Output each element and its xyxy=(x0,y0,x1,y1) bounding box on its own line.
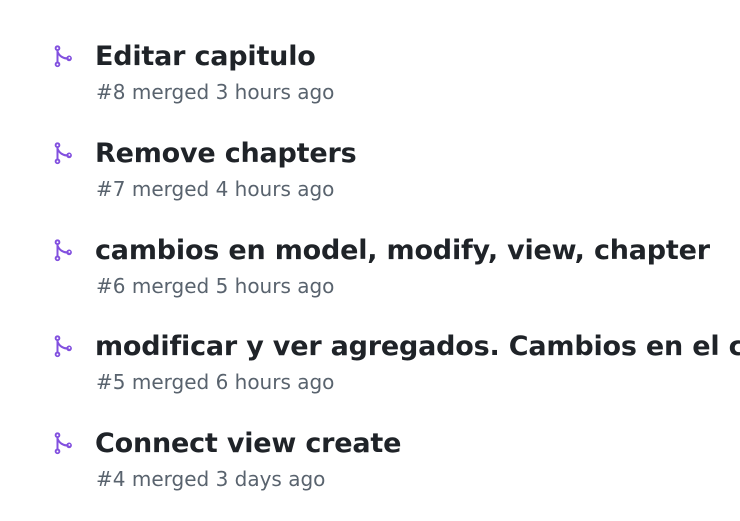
pull-request-number: #6 xyxy=(96,274,126,298)
git-merge-icon xyxy=(50,41,80,71)
pull-request-number: #8 xyxy=(96,80,126,104)
pull-request-number: #7 xyxy=(96,177,126,201)
pull-request-title-link[interactable]: Remove chapters xyxy=(95,136,357,172)
pull-request-time: 6 hours ago xyxy=(215,370,335,394)
pull-request-status: merged xyxy=(131,370,210,394)
pull-request-status: merged xyxy=(131,467,210,491)
pull-request-number: #4 xyxy=(96,467,126,491)
pull-request-status: merged xyxy=(131,274,210,298)
pull-request-title-link[interactable]: modificar y ver agregados. Cambios en el… xyxy=(95,329,740,365)
pull-request-time: 3 hours ago xyxy=(215,80,335,104)
pull-request-meta: #8 merged 3 hours ago xyxy=(96,78,334,106)
pull-request-title-link[interactable]: cambios en model, modify, view, chapter xyxy=(95,233,710,269)
git-merge-icon xyxy=(50,331,80,361)
git-merge-icon xyxy=(50,235,80,265)
pull-request-list: Editar capitulo #8 merged 3 hours ago Re… xyxy=(0,0,740,521)
pull-request-time: 3 days ago xyxy=(215,467,326,491)
pull-request-number: #5 xyxy=(96,370,126,394)
pull-request-meta: #6 merged 5 hours ago xyxy=(96,272,334,300)
pull-request-item: Connect view create #4 merged 3 days ago xyxy=(0,426,740,516)
pull-request-meta: #4 merged 3 days ago xyxy=(96,465,325,493)
pull-request-meta: #7 merged 4 hours ago xyxy=(96,175,334,203)
pull-request-item: cambios en model, modify, view, chapter … xyxy=(0,233,740,323)
git-merge-icon xyxy=(50,428,80,458)
pull-request-title-link[interactable]: Editar capitulo xyxy=(95,39,316,75)
pull-request-status: merged xyxy=(131,80,210,104)
pull-request-meta: #5 merged 6 hours ago xyxy=(96,368,334,396)
pull-request-item: Editar capitulo #8 merged 3 hours ago xyxy=(0,39,740,129)
pull-request-item: modificar y ver agregados. Cambios en el… xyxy=(0,329,740,419)
pull-request-time: 5 hours ago xyxy=(215,274,335,298)
pull-request-title-link[interactable]: Connect view create xyxy=(95,426,401,462)
pull-request-status: merged xyxy=(131,177,210,201)
pull-request-time: 4 hours ago xyxy=(215,177,335,201)
git-merge-icon xyxy=(50,138,80,168)
pull-request-item: Remove chapters #7 merged 4 hours ago xyxy=(0,136,740,226)
